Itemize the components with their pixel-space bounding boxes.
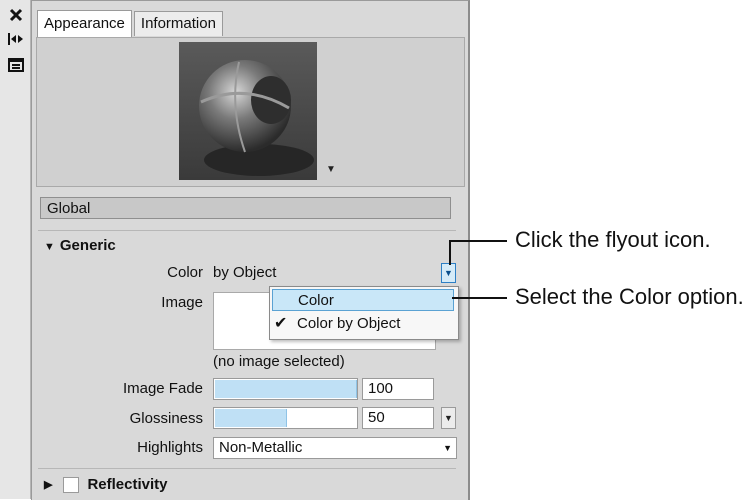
properties-menu-icon[interactable] [6,56,26,74]
image-fade-input[interactable]: 100 [362,378,434,400]
color-flyout-menu: Color ✔ Color by Object [269,286,459,340]
highlights-dropdown[interactable]: Non-Metallic ▼ [213,437,457,459]
reflectivity-section-header[interactable]: ▶ Reflectivity [44,476,168,493]
tab-bar: Appearance Information [37,10,225,37]
checkmark-icon: ✔ [274,315,288,332]
auto-hide-icon[interactable] [6,30,26,48]
preview-area: ▼ [36,37,465,187]
menu-item-color-by-object-label: Color by Object [297,315,401,332]
divider [38,230,456,231]
image-fade-slider-fill [215,380,357,398]
menu-item-color-label: Color [298,292,334,309]
glossiness-flyout-button[interactable]: ▼ [441,407,456,429]
generic-header-label: Generic [59,237,116,254]
global-section-bar[interactable]: Global [40,197,451,219]
reflectivity-label: Reflectivity [87,476,168,493]
color-value: by Object [213,264,277,281]
image-label: Image [161,294,203,311]
color-label: Color [167,264,203,281]
chevron-down-icon: ▼ [443,443,452,453]
materials-palette: Appearance Information ▼ Global ▼ Generi… [31,0,470,500]
highlights-label: Highlights [137,439,203,456]
image-fade-label: Image Fade [122,380,203,397]
glossiness-slider-fill [215,409,287,427]
reflectivity-checkbox[interactable] [63,476,80,493]
callout-leader-1 [449,240,507,242]
collapsed-triangle-icon: ▶ [44,479,53,491]
callout-select-color: Select the Color option. [515,284,744,309]
tab-appearance[interactable]: Appearance [37,10,132,37]
divider [38,468,456,469]
glossiness-input[interactable]: 50 [362,407,434,429]
preview-options-arrow-icon[interactable]: ▼ [326,164,336,175]
menu-item-color[interactable]: Color [272,289,454,311]
callout-leader-vertical [449,240,451,265]
material-preview-image [179,42,317,180]
generic-section-header[interactable]: ▼ Generic [44,237,116,254]
image-status: (no image selected) [213,353,345,370]
callout-click-flyout: Click the flyout icon. [515,227,711,252]
glossiness-slider[interactable] [213,407,358,429]
tab-information[interactable]: Information [133,11,223,36]
close-icon[interactable] [6,6,26,24]
glossiness-label: Glossiness [129,410,203,427]
menu-item-color-by-object[interactable]: ✔ Color by Object [272,313,454,335]
callout-leader-2 [452,297,507,299]
image-fade-slider[interactable] [213,378,358,400]
palette-title-strip [0,0,31,499]
highlights-value: Non-Metallic [219,439,303,456]
expanded-triangle-icon: ▼ [44,241,55,253]
color-flyout-button[interactable]: ▼ [441,263,456,283]
